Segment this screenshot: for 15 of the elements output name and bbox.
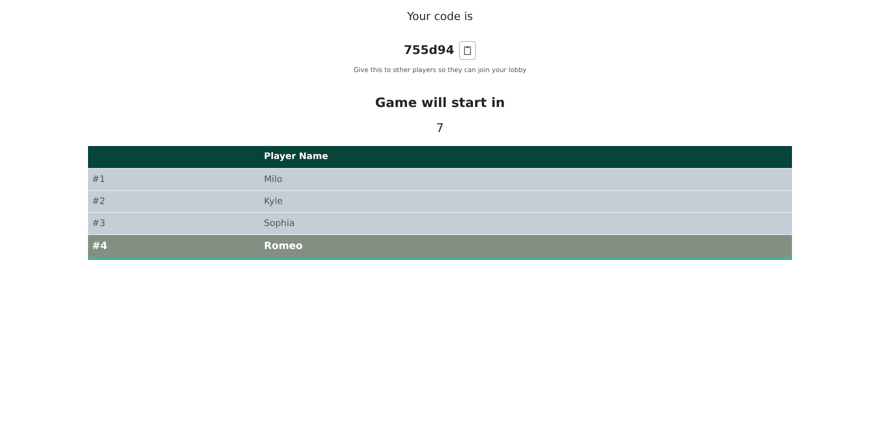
player-name-cell: Milo bbox=[260, 168, 792, 190]
player-name-cell: Sophia bbox=[260, 212, 792, 234]
player-name-cell: Kyle bbox=[260, 190, 792, 212]
rank-cell: #1 bbox=[88, 168, 260, 190]
column-header: Player Name bbox=[260, 146, 792, 168]
rank-cell: #4 bbox=[88, 234, 260, 259]
countdown-heading: Game will start in bbox=[375, 96, 505, 112]
code-title: Your code is bbox=[407, 10, 473, 24]
clipboard-icon bbox=[464, 46, 472, 54]
rank-cell: #2 bbox=[88, 190, 260, 212]
player-name-cell: Romeo bbox=[260, 234, 792, 259]
rank-cell: #3 bbox=[88, 212, 260, 234]
countdown-value: 7 bbox=[436, 121, 444, 136]
lobby-code: 755d94 bbox=[404, 43, 454, 57]
copy-button[interactable] bbox=[459, 40, 476, 60]
